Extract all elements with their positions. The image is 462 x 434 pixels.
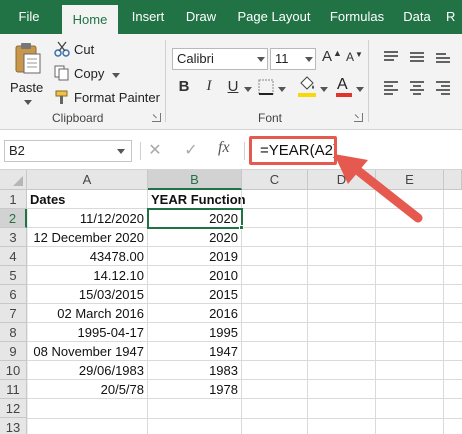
active-cell-outline [147,208,243,229]
formula-bar-divider [244,142,245,160]
paintbrush-icon [55,90,68,104]
clipboard-dialog-launcher-icon[interactable] [152,113,161,122]
font-name-value: Calibri [177,51,214,66]
column-header-a[interactable]: A [27,170,148,190]
row-header-4[interactable]: 4 [0,247,27,266]
underline-dropdown-icon[interactable] [244,87,252,92]
paste-dropdown-icon[interactable] [24,100,32,105]
borders-dropdown-icon[interactable] [278,87,286,92]
grid-lines [27,190,462,434]
underline-button[interactable]: U [224,78,242,95]
cancel-entry-icon[interactable]: ✕ [146,140,164,160]
cut-label: Cut [74,42,95,57]
align-center-icon[interactable] [408,78,426,96]
format-painter-label: Format Painter [74,90,160,105]
increase-font-size-button[interactable]: A ▲ [322,48,342,70]
row-header-7[interactable]: 7 [0,304,27,323]
fill-color-swatch [298,93,316,97]
fill-color-dropdown-icon[interactable] [320,87,328,92]
font-name-select[interactable]: Calibri [172,48,268,70]
font-dialog-launcher-icon[interactable] [354,113,363,122]
format-painter-button[interactable]: Format Painter [54,88,160,108]
row-header-9[interactable]: 9 [0,342,27,361]
row-header-2[interactable]: 2 [0,209,27,228]
column-header-f[interactable] [444,170,462,190]
align-top-icon[interactable] [382,48,400,66]
row-header-8[interactable]: 8 [0,323,27,342]
font-color-button[interactable]: A [334,76,354,100]
tab-draw[interactable]: Draw [178,0,224,34]
font-color-dropdown-icon[interactable] [356,87,364,92]
row-header-12[interactable]: 12 [0,399,27,418]
clipboard-group-label: Clipboard [52,111,104,125]
row-header-11[interactable]: 11 [0,380,27,399]
copy-button[interactable]: Copy [54,64,124,84]
row-header-3[interactable]: 3 [0,228,27,247]
italic-button[interactable]: I [200,78,218,95]
cut-button[interactable]: Cut [54,40,124,60]
fill-color-button[interactable] [296,76,318,100]
increase-font-size-icon: A [322,48,333,65]
decrease-font-size-icon: A [346,50,355,64]
ribbon-group-divider [165,40,166,122]
paste-icon [15,43,41,74]
row-header-13[interactable]: 13 [0,418,27,434]
name-box-dropdown-icon [117,149,125,154]
paint-bucket-icon [300,76,314,90]
tab-home[interactable]: Home [62,5,118,34]
tab-review-truncated[interactable]: R [446,0,462,34]
paste-button[interactable]: Paste [6,40,50,106]
font-color-swatch [336,93,352,97]
font-size-value: 11 [275,51,289,66]
name-box-value: B2 [9,143,25,158]
tab-page-layout[interactable]: Page Layout [230,0,318,34]
formula-bar-divider [140,142,141,160]
align-bottom-icon[interactable] [434,48,452,66]
ribbon-tab-bar: File Home Insert Draw Page Layout Formul… [0,0,462,34]
align-middle-icon[interactable] [408,48,426,66]
row-header-10[interactable]: 10 [0,361,27,380]
annotation-arrow-icon [334,154,423,223]
font-color-letter: A [337,76,348,93]
copy-label: Copy [74,66,105,81]
font-size-select[interactable]: 11 [270,48,316,70]
column-header-c[interactable]: C [242,170,308,190]
row-header-1[interactable]: 1 [0,190,27,209]
formula-highlight-annotation [249,136,337,165]
tab-formulas[interactable]: Formulas [324,0,390,34]
select-all-button[interactable] [0,170,27,190]
scissors-icon [54,41,70,57]
fill-handle[interactable] [239,225,244,230]
borders-icon[interactable] [258,79,274,95]
ribbon-home: Paste Cut Copy Format Painter Clipboard [0,34,462,130]
align-right-icon[interactable] [434,78,452,96]
tab-insert[interactable]: Insert [122,0,174,34]
font-name-dropdown-icon [257,57,265,62]
tab-file[interactable]: File [0,0,58,34]
decrease-font-size-button[interactable]: A ▼ [346,50,366,72]
paste-label: Paste [10,80,44,95]
ribbon-group-divider [368,40,369,122]
name-box[interactable]: B2 [4,140,132,162]
column-header-b[interactable]: B [148,170,242,190]
confirm-entry-icon[interactable]: ✓ [182,140,200,160]
copy-dropdown-icon[interactable] [112,73,120,78]
insert-function-button[interactable]: fx [218,139,240,161]
font-size-dropdown-icon [305,57,313,62]
row-header-6[interactable]: 6 [0,285,27,304]
down-caret-icon: ▼ [355,50,363,59]
font-group-label: Font [258,111,283,125]
tab-data[interactable]: Data [396,0,438,34]
copy-icon [54,65,69,81]
align-left-icon[interactable] [382,78,400,96]
bold-button[interactable]: B [175,78,193,95]
up-caret-icon: ▲ [333,48,342,58]
row-header-5[interactable]: 5 [0,266,27,285]
